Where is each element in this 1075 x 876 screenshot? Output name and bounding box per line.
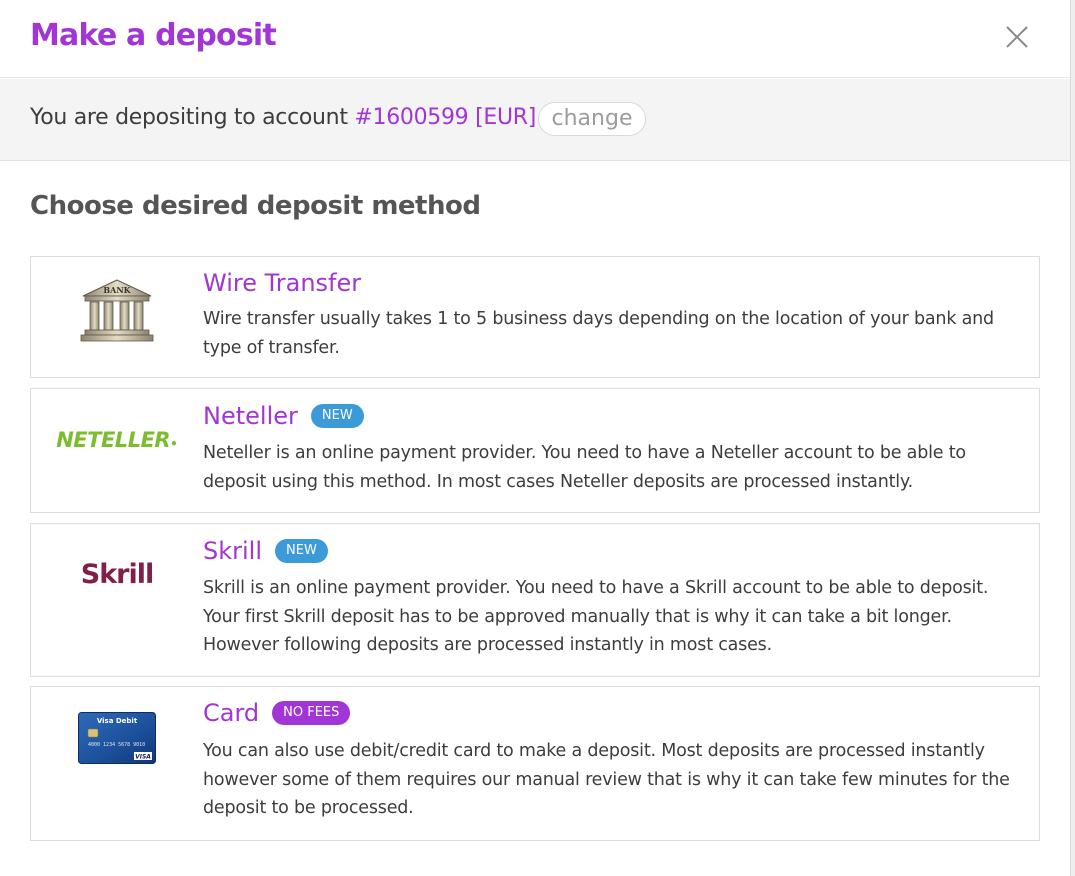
method-title-text: Card xyxy=(203,699,260,727)
account-prefix: You are depositing to account xyxy=(30,105,348,130)
method-neteller[interactable]: NETELLER • Neteller NEW Neteller is an on… xyxy=(30,388,1040,513)
change-account-button[interactable]: change xyxy=(538,102,646,136)
card-logo-title: Visa Debit xyxy=(97,717,138,725)
method-title-text: Wire Transfer xyxy=(203,269,362,297)
method-description: You can also use debit/credit card to ma… xyxy=(203,741,1010,818)
bank-logo-text: BANK xyxy=(103,285,131,295)
no-fees-badge: NO FEES xyxy=(272,701,351,725)
visa-debit-card-icon: Visa Debit 4000 1234 5678 9010 VISA xyxy=(31,707,203,769)
method-title: Wire Transfer xyxy=(203,269,361,297)
skrill-logo: Skrill xyxy=(31,549,203,599)
card-brand: VISA xyxy=(135,754,151,761)
method-title-text: Neteller xyxy=(203,402,298,430)
window-edge xyxy=(1070,0,1075,876)
account-info: You are depositing to account #1600599 [… xyxy=(30,105,536,130)
method-description: Neteller is an online payment provider. … xyxy=(203,443,966,492)
method-description: Wire transfer usually takes 1 to 5 busin… xyxy=(203,309,994,358)
modal-title: Make a deposit xyxy=(30,18,277,53)
neteller-logo-text: NETELLER xyxy=(56,428,171,452)
method-wire-transfer[interactable]: BANK Wire Transfer Wire transfer usually… xyxy=(30,256,1040,378)
method-title: Neteller NEW xyxy=(203,402,364,430)
method-skrill[interactable]: Skrill Skrill NEW Skrill is an online pa… xyxy=(30,523,1040,677)
method-description: Skrill is an online payment provider. Yo… xyxy=(203,578,989,655)
new-badge: NEW xyxy=(275,539,328,563)
account-id: #1600599 [EUR] xyxy=(354,105,537,130)
method-title-text: Skrill xyxy=(203,537,263,565)
account-bar: You are depositing to account #1600599 [… xyxy=(0,79,1070,161)
close-icon[interactable] xyxy=(1002,22,1032,52)
section-title: Choose desired deposit method xyxy=(30,191,481,221)
neteller-logo-dot: • xyxy=(170,437,178,451)
skrill-logo-text: Skrill xyxy=(80,558,154,590)
bank-icon: BANK xyxy=(31,271,203,351)
modal-header: Make a deposit xyxy=(0,0,1070,78)
method-title: Skrill NEW xyxy=(203,537,328,565)
new-badge: NEW xyxy=(310,404,364,428)
method-card[interactable]: Visa Debit 4000 1234 5678 9010 VISA Card… xyxy=(30,686,1040,841)
neteller-logo: NETELLER • xyxy=(31,414,203,466)
card-number: 4000 1234 5678 9010 xyxy=(88,742,145,748)
method-title: Card NO FEES xyxy=(203,699,351,727)
